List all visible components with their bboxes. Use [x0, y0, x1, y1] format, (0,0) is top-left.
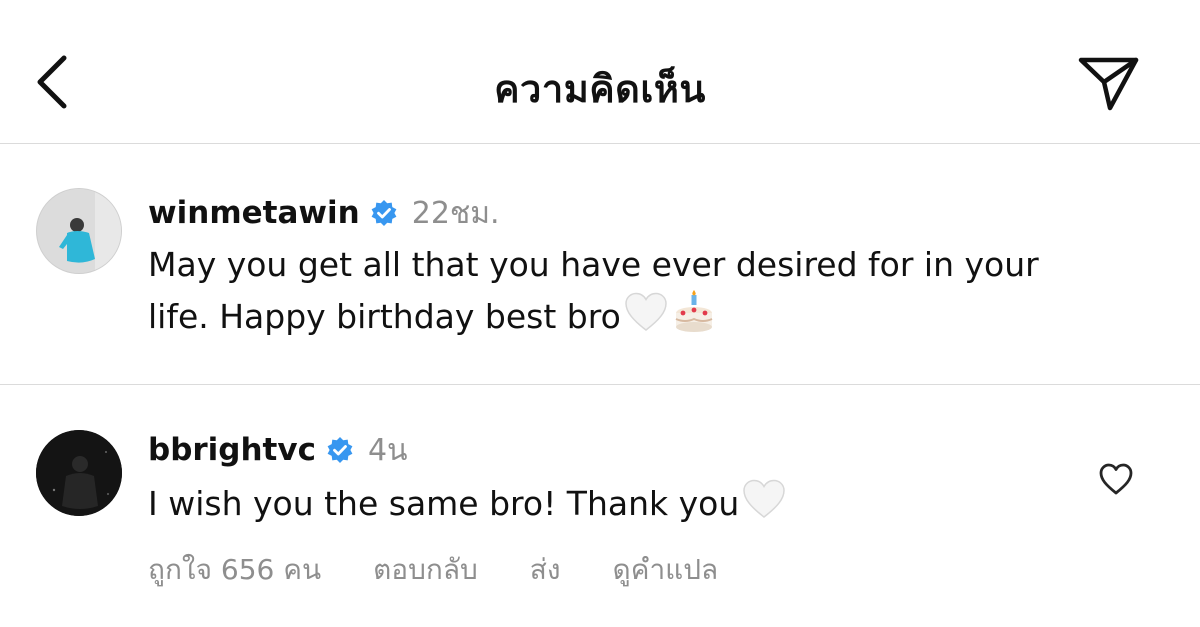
send-button[interactable]: ส่ง	[530, 548, 561, 592]
comment-text: May you get all that you have ever desir…	[148, 241, 1039, 348]
comment-text: I wish you the same bro! Thank you	[148, 478, 787, 533]
comment-actions: ถูกใจ 656 คน ตอบกลับ ส่ง ดูคำแปล	[148, 550, 770, 590]
comment-timestamp: 22ชม.	[411, 195, 500, 231]
username[interactable]: bbrightvc	[148, 432, 316, 468]
comment-item: bbrightvc 4น I wish you the same bro! Th…	[0, 386, 1200, 627]
heart-outline-icon	[1099, 463, 1133, 495]
avatar[interactable]	[36, 430, 122, 516]
comment-text-fragment: life. Happy birthday best bro	[148, 297, 621, 336]
reply-button[interactable]: ตอบกลับ	[373, 548, 478, 592]
translate-button[interactable]: ดูคำแปล	[613, 548, 719, 592]
like-button[interactable]	[1098, 462, 1134, 496]
verified-badge-icon	[370, 199, 398, 227]
share-button[interactable]	[1074, 52, 1144, 112]
comment-header: winmetawin 22ชม.	[148, 191, 500, 235]
comment-timestamp: 4น	[367, 432, 408, 468]
header-bar: ความคิดเห็น	[0, 0, 1200, 144]
comment-text-fragment: I wish you the same bro! Thank you	[148, 484, 740, 523]
profile-photo	[37, 189, 121, 273]
username[interactable]: winmetawin	[148, 195, 360, 231]
comment-header: bbrightvc 4น	[148, 428, 408, 472]
likes-count[interactable]: ถูกใจ 656 คน	[148, 548, 321, 592]
avatar[interactable]	[36, 188, 122, 274]
verified-badge-icon	[326, 436, 354, 464]
paper-plane-icon	[1078, 57, 1139, 111]
comment-item: winmetawin 22ชม. May you get all that yo…	[0, 145, 1200, 385]
white-heart-icon	[623, 291, 669, 346]
profile-photo	[36, 430, 122, 516]
birthday-cake-icon	[671, 289, 717, 348]
white-heart-icon	[741, 478, 787, 533]
comment-text-line: May you get all that you have ever desir…	[148, 245, 1039, 284]
page-title: ความคิดเห็น	[494, 67, 706, 111]
comment-text-line: life. Happy birthday best bro	[148, 289, 1039, 348]
